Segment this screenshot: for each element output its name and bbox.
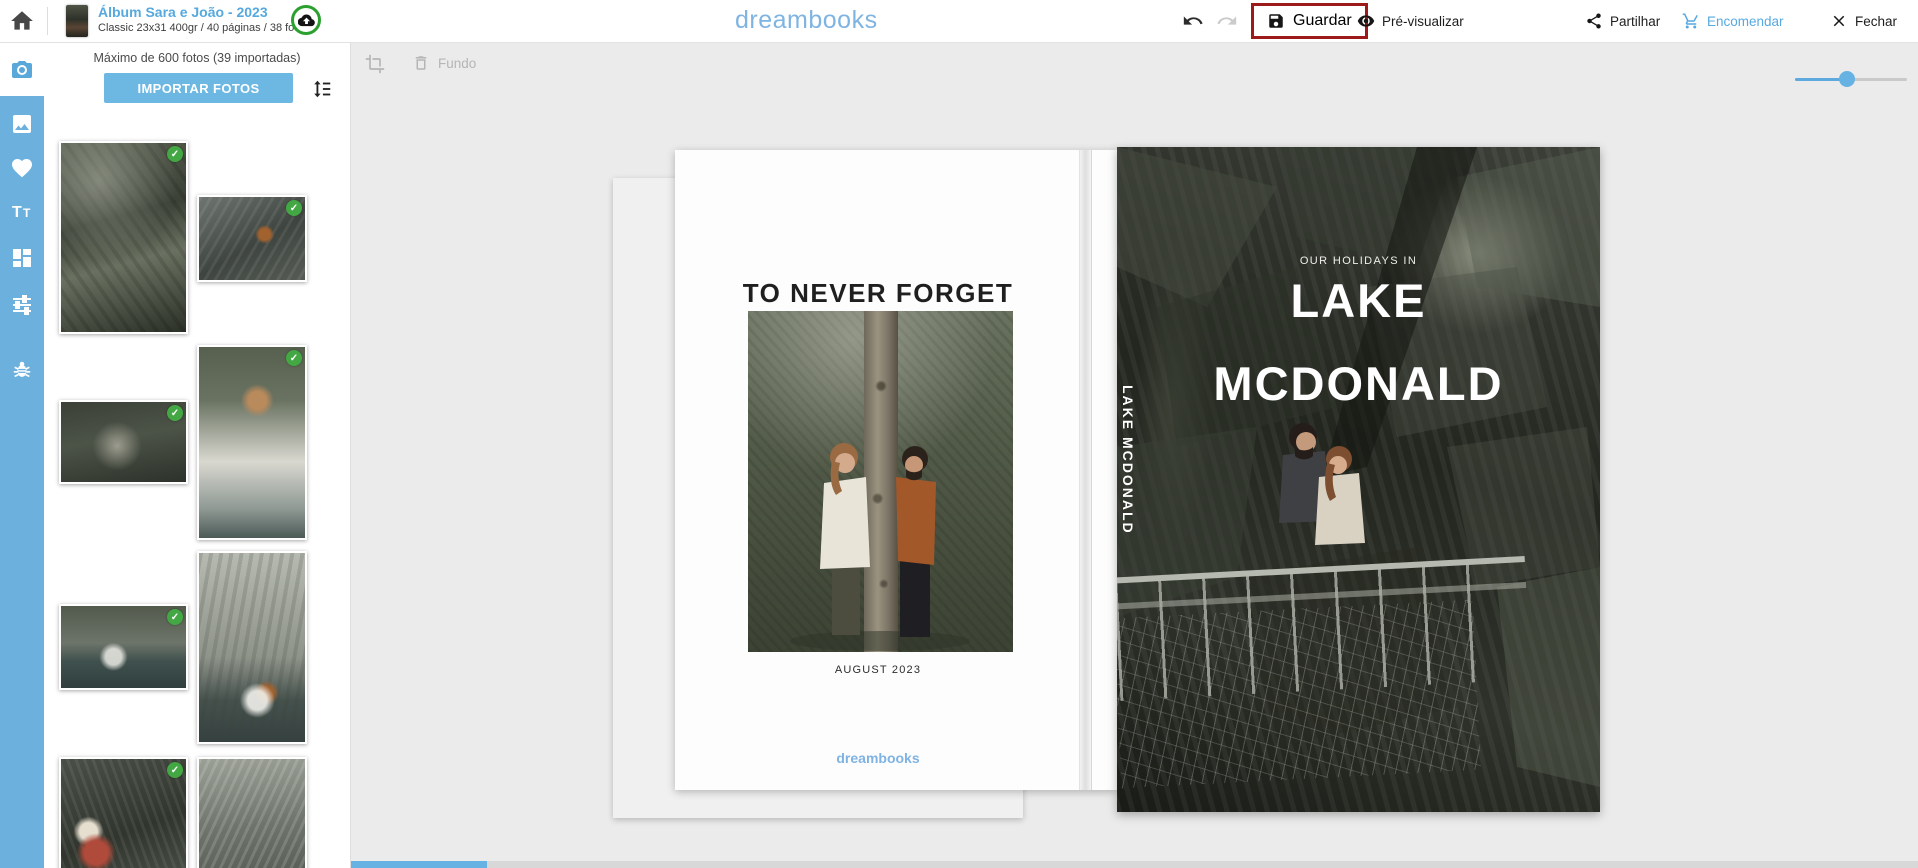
photo-thumbnail-boat-woman[interactable]: ✓ <box>197 345 307 540</box>
photo-limit-label: Máximo de 600 fotos (39 importadas) <box>44 51 350 65</box>
save-button-highlighted[interactable]: Guardar <box>1251 3 1368 39</box>
photo-used-check-icon: ✓ <box>167 405 183 421</box>
svg-text:T: T <box>23 206 31 220</box>
sidebar-item-adjustments[interactable] <box>0 285 44 325</box>
heart-icon <box>10 156 34 180</box>
front-cover-page[interactable]: LAKE MCDONALD OUR HOLIDAYS IN LAKE MCDON… <box>1117 147 1600 812</box>
redo-button[interactable] <box>1216 0 1238 42</box>
cover-fold-strip <box>1079 150 1092 790</box>
photo-thumbnail-couple-sitting[interactable]: ✓ <box>59 757 188 868</box>
preview-button[interactable]: Pré-visualizar <box>1357 0 1464 42</box>
layout-icon <box>10 246 34 270</box>
sort-icon <box>310 78 334 100</box>
canvas-horizontal-scrollbar-thumb[interactable] <box>350 861 487 868</box>
save-label: Guardar <box>1293 12 1352 30</box>
photo-image <box>61 759 186 868</box>
photo-library-panel: Máximo de 600 fotos (39 importadas) IMPO… <box>44 42 351 868</box>
front-cover-title-line1[interactable]: LAKE <box>1117 273 1600 328</box>
front-cover-title-line2[interactable]: MCDONALD <box>1117 356 1600 411</box>
photo-used-check-icon: ✓ <box>286 350 302 366</box>
crop-icon <box>365 54 385 74</box>
front-couple-figures-graphic <box>1257 409 1387 579</box>
album-meta: Álbum Sara e João - 2023 Classic 23x31 4… <box>98 4 309 35</box>
sidebar-item-import-photos[interactable] <box>0 42 44 96</box>
camera-icon <box>10 57 34 81</box>
sidebar-item-text[interactable]: T T <box>0 192 44 232</box>
sliders-icon <box>10 293 34 317</box>
photo-used-check-icon: ✓ <box>167 146 183 162</box>
zoom-slider[interactable] <box>1795 71 1907 87</box>
photo-image <box>199 347 305 538</box>
photo-thumbnail-man-rocks[interactable]: ✓ <box>197 195 307 282</box>
order-button[interactable]: Encomendar <box>1682 0 1784 42</box>
preview-label: Pré-visualizar <box>1382 14 1464 29</box>
topbar-divider <box>47 7 48 35</box>
crop-button[interactable] <box>365 54 385 74</box>
back-cover-photo[interactable] <box>748 311 1013 652</box>
sidebar-item-report[interactable] <box>0 350 44 390</box>
sidebar-item-photos[interactable] <box>0 104 44 144</box>
share-label: Partilhar <box>1610 14 1660 29</box>
album-thumbnail[interactable] <box>66 5 88 37</box>
redo-icon <box>1216 10 1238 32</box>
close-label: Fechar <box>1855 14 1897 29</box>
canvas-horizontal-scrollbar[interactable] <box>350 861 1918 868</box>
share-button[interactable]: Partilhar <box>1585 0 1660 42</box>
undo-button[interactable] <box>1182 0 1204 42</box>
spine-title[interactable]: LAKE MCDONALD <box>1120 385 1136 535</box>
sort-photos-button[interactable] <box>310 78 334 100</box>
import-photos-button[interactable]: IMPORTAR FOTOS <box>104 73 293 103</box>
text-icon: T T <box>10 200 34 224</box>
back-cover-title[interactable]: TO NEVER FORGET <box>675 278 1081 309</box>
bug-icon <box>11 359 33 381</box>
upload-cloud-icon <box>298 12 315 29</box>
save-icon <box>1267 12 1285 30</box>
undo-icon <box>1182 10 1204 32</box>
railing-posts-graphic <box>1117 561 1500 701</box>
share-icon <box>1585 12 1603 30</box>
photo-image <box>199 759 305 868</box>
photo-image <box>199 553 305 742</box>
image-icon <box>10 112 34 136</box>
back-cover-brand-logo: dreambooks <box>675 750 1081 766</box>
photo-image <box>61 143 186 332</box>
photo-used-check-icon: ✓ <box>167 609 183 625</box>
editor-canvas[interactable]: Fundo TO NEVER FORGET AUGU <box>350 42 1918 868</box>
background-button[interactable]: Fundo <box>412 54 476 72</box>
photo-used-check-icon: ✓ <box>286 200 302 216</box>
cart-icon <box>1682 12 1700 30</box>
home-button[interactable] <box>9 8 35 34</box>
close-button[interactable]: Fechar <box>1830 0 1897 42</box>
photo-thumbnail-canyon-bridge[interactable]: ✓ <box>59 141 188 334</box>
album-subtitle: Classic 23x31 400gr / 40 páginas / 38 fo… <box>98 22 309 36</box>
left-icon-rail: T T <box>0 42 44 868</box>
couple-figures-graphic <box>748 311 1013 652</box>
sidebar-item-favorites[interactable] <box>0 148 44 188</box>
album-title[interactable]: Álbum Sara e João - 2023 <box>98 4 309 22</box>
order-label: Encomendar <box>1707 14 1784 29</box>
upload-status-button[interactable] <box>291 5 321 35</box>
sidebar-item-layouts[interactable] <box>0 238 44 278</box>
back-cover-page[interactable]: TO NEVER FORGET AUGUST 2023 dreambooks <box>675 150 1117 790</box>
background-label: Fundo <box>438 56 476 71</box>
photo-thumbnail-rock-texture[interactable] <box>197 757 307 868</box>
photo-used-check-icon: ✓ <box>167 762 183 778</box>
close-icon <box>1830 12 1848 30</box>
photo-thumbnail-cliff-boat[interactable] <box>197 551 307 744</box>
front-cover-kicker[interactable]: OUR HOLIDAYS IN <box>1117 255 1600 267</box>
back-cover-date[interactable]: AUGUST 2023 <box>675 664 1081 676</box>
eye-icon <box>1357 12 1375 30</box>
photo-thumbnail-lake-boat[interactable]: ✓ <box>59 604 188 690</box>
app-logo: dreambooks <box>735 6 878 35</box>
svg-text:T: T <box>12 204 22 221</box>
top-bar: Álbum Sara e João - 2023 Classic 23x31 4… <box>0 0 1918 43</box>
zoom-slider-thumb[interactable] <box>1839 71 1855 87</box>
photo-thumbnail-woman-back[interactable]: ✓ <box>59 400 188 484</box>
trash-icon <box>412 54 430 72</box>
